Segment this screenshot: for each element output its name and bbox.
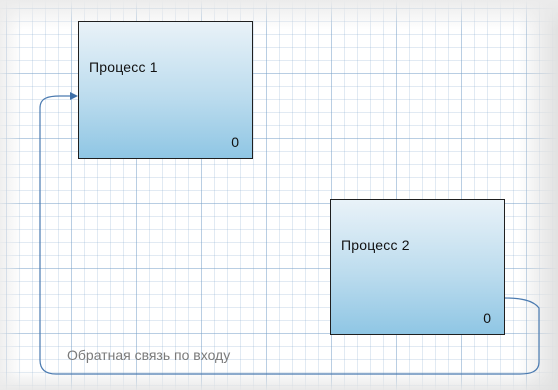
process-2-box[interactable]: Процесс 2 0	[330, 199, 505, 335]
process-1-box[interactable]: Процесс 1 0	[78, 21, 253, 159]
process-2-title: Процесс 2	[341, 237, 410, 253]
process-2-count: 0	[483, 310, 491, 326]
process-1-title: Процесс 1	[89, 59, 158, 75]
feedback-label: Обратная связь по входу	[67, 347, 231, 363]
process-1-count: 0	[231, 134, 239, 150]
diagram-canvas: Процесс 1 0 Процесс 2 0 Обратная связь п…	[0, 0, 558, 390]
